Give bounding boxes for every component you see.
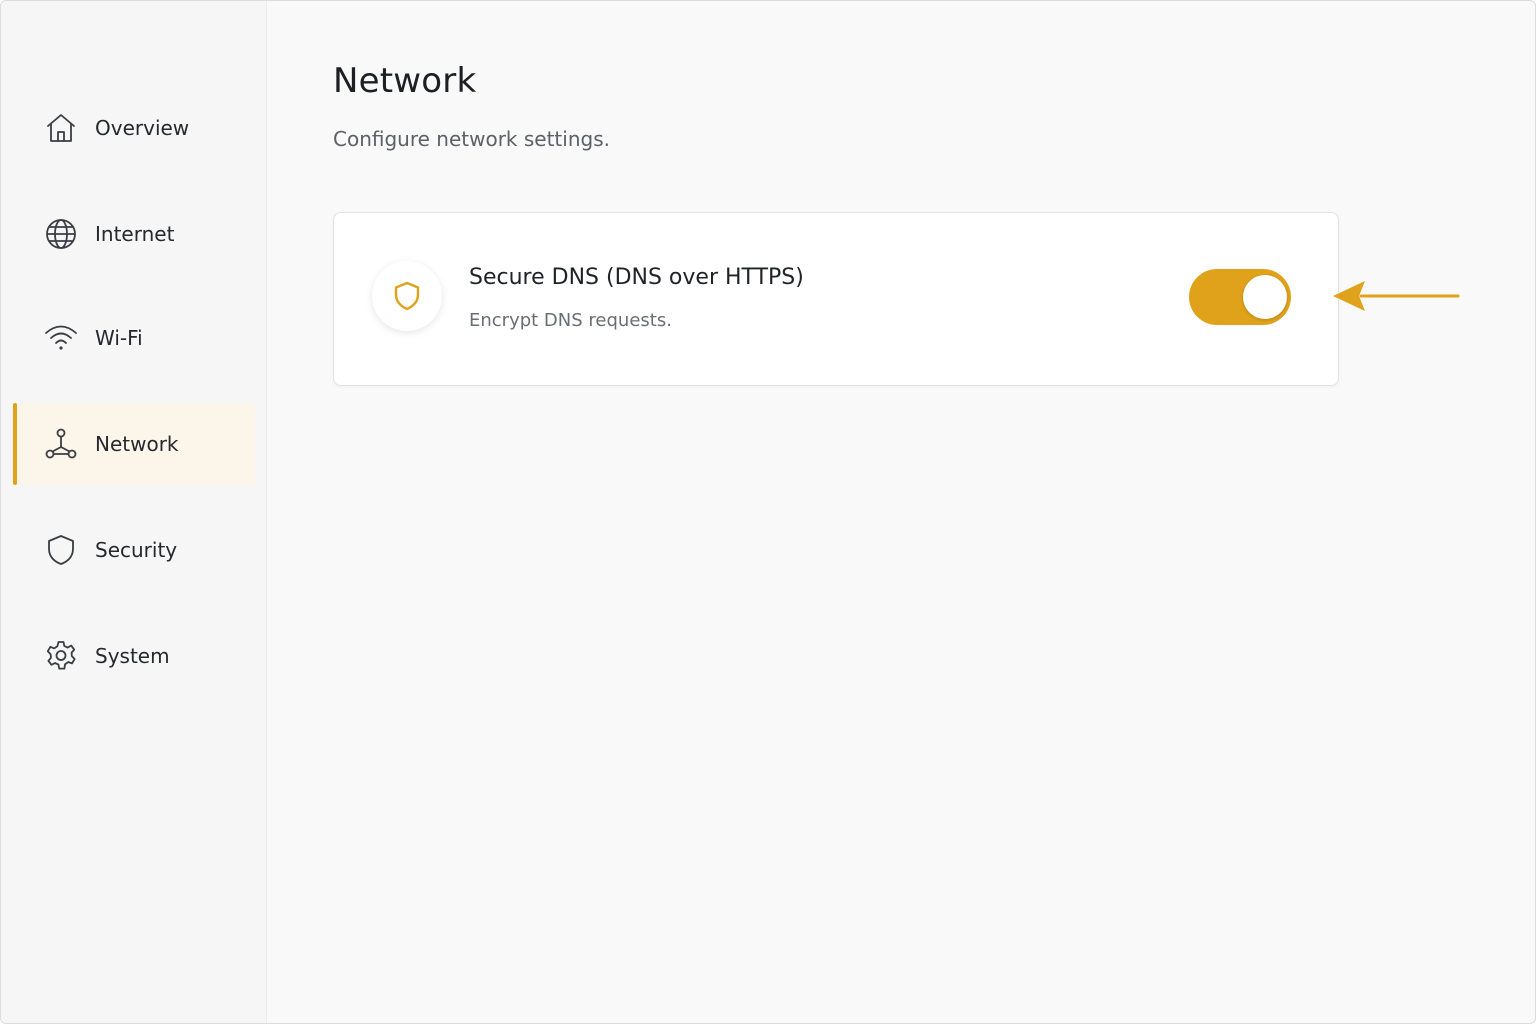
page-subtitle: Configure network settings. [333,127,610,151]
sidebar-item-label: Internet [95,222,175,246]
sidebar-item-label: Network [95,432,179,456]
sidebar-item-wifi[interactable]: Wi-Fi [13,297,255,379]
sidebar-item-internet[interactable]: Internet [13,193,255,275]
sidebar-item-label: Overview [95,116,190,140]
sidebar-item-overview[interactable]: Overview [13,87,255,169]
main-content: Network Configure network settings. Secu… [267,1,1535,1023]
arrow-left-icon [1333,281,1460,311]
sidebar: Overview Internet Wi-Fi Network Security… [1,1,267,1023]
toggle-knob [1243,275,1287,319]
wifi-icon [44,321,78,355]
globe-icon [44,217,78,251]
setting-title: Secure DNS (DNS over HTTPS) [469,265,804,290]
settings-window: Overview Internet Wi-Fi Network Security… [0,0,1536,1024]
sidebar-item-label: System [95,644,170,668]
sidebar-item-label: Security [95,538,178,562]
page-title: Network [333,61,477,101]
secure-dns-toggle[interactable] [1189,269,1291,325]
sidebar-item-label: Wi-Fi [95,326,143,350]
setting-description: Encrypt DNS requests. [469,310,672,331]
sidebar-item-network[interactable]: Network [13,403,255,485]
network-icon [44,427,78,461]
gear-icon [44,639,78,673]
shield-icon [44,533,78,567]
home-icon [44,111,78,145]
secure-dns-card: Secure DNS (DNS over HTTPS) Encrypt DNS … [333,212,1339,386]
shield-icon [372,261,442,331]
sidebar-item-system[interactable]: System [13,615,255,697]
sidebar-item-security[interactable]: Security [13,509,255,591]
